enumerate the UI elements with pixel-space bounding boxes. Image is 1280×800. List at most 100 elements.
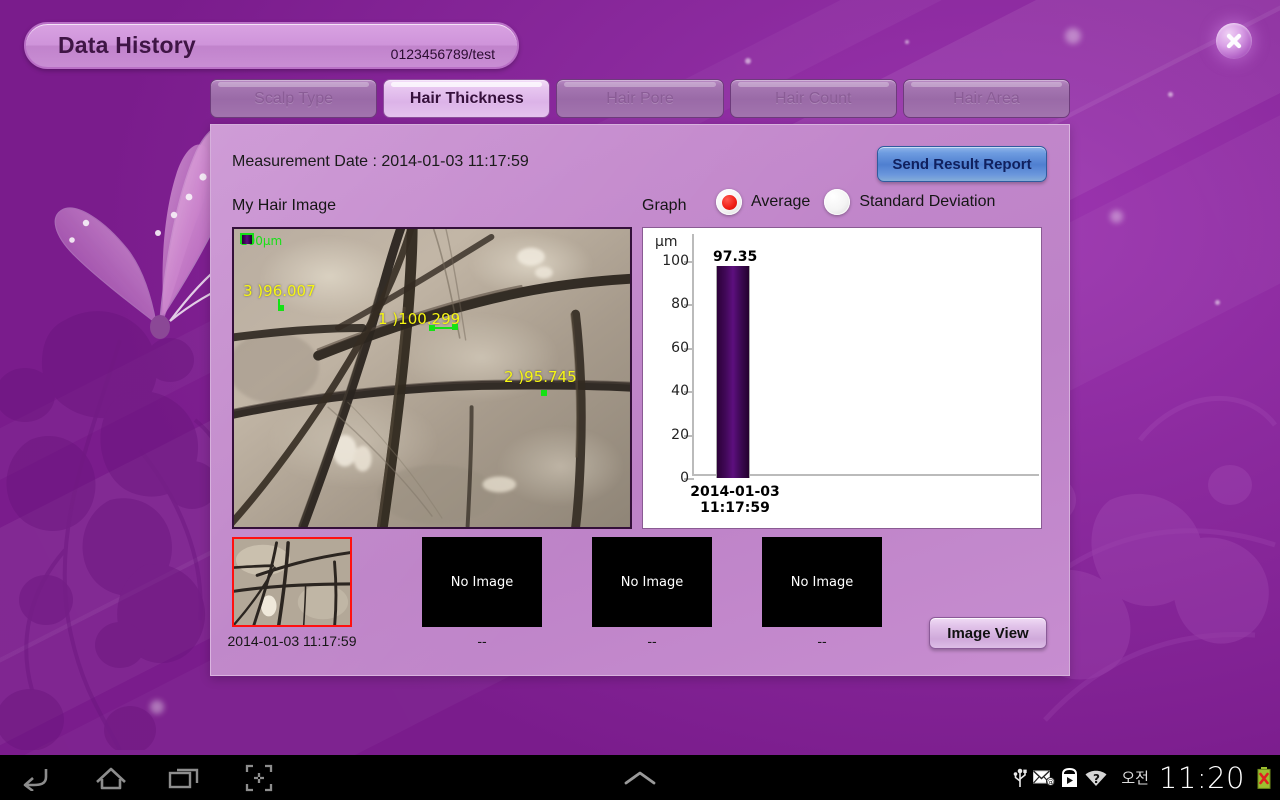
thumbnail-4[interactable]: No Image — [762, 537, 882, 627]
content-panel: Measurement Date : 2014-01-03 11:17:59 S… — [210, 124, 1070, 676]
thumbnail-3-caption: -- — [647, 633, 657, 649]
send-result-report-label: Send Result Report — [892, 155, 1032, 173]
app-screen: Data History 0123456789/test Scalp Type … — [0, 0, 1280, 800]
page-title: Data History — [58, 32, 196, 58]
thumbnail-cell-4: No Image -- — [762, 537, 882, 649]
thumbnail-1-caption: 2014-01-03 11:17:59 — [227, 633, 357, 649]
hair-annotation-1-line — [433, 327, 453, 329]
chart-ytick-label: 20 — [671, 427, 689, 443]
chart-xtick-label-line2: 11:17:59 — [700, 500, 770, 516]
radio-standard-deviation[interactable]: Standard Deviation — [824, 189, 995, 215]
my-hair-image-label: My Hair Image — [232, 197, 337, 214]
chart-ytick-label: 80 — [671, 296, 689, 312]
chart-bar-value-label: 97.35 — [713, 249, 758, 265]
sparkle — [1168, 92, 1173, 97]
thumbnail-1-image — [234, 539, 350, 625]
back-icon — [23, 768, 48, 791]
chart-ytick-label: 40 — [671, 383, 689, 399]
chevron-up-icon — [624, 771, 656, 784]
clock-ampm-label: 오전 — [1121, 769, 1149, 787]
scale-bar-glyph — [240, 233, 254, 244]
tab-bar: Scalp Type Hair Thickness Hair Pore Hair… — [210, 79, 1071, 118]
scale-bar: 100µm — [240, 233, 282, 248]
home-button[interactable] — [74, 755, 148, 800]
measurement-date-label: Measurement Date : 2014-01-03 11:17:59 — [232, 153, 529, 170]
sparkle — [150, 700, 164, 714]
window-title-bar: Data History 0123456789/test — [24, 22, 519, 69]
tab-label: Scalp Type — [254, 89, 334, 107]
svg-text:?: ? — [1093, 772, 1100, 786]
screen-capture-button[interactable] — [222, 755, 296, 800]
radio-selected-icon — [716, 189, 742, 215]
tab-label: Hair Pore — [606, 89, 674, 107]
send-result-report-button[interactable]: Send Result Report — [877, 146, 1047, 182]
tab-label: Hair Thickness — [409, 89, 524, 107]
keyboard-hide-button[interactable] — [605, 755, 675, 800]
battery-error-icon[interactable] — [1256, 766, 1272, 790]
thumbnail-cell-3: No Image -- — [592, 537, 712, 649]
radio-unselected-icon — [824, 189, 851, 215]
tab-scalp-type[interactable]: Scalp Type — [210, 79, 378, 118]
back-button[interactable] — [0, 755, 74, 800]
thickness-bar-chart: µm 100 80 60 40 20 0 97.35 2014-01-03 11… — [642, 227, 1042, 529]
thumbnail-2-caption: -- — [477, 633, 487, 649]
thumbnail-2[interactable]: No Image — [422, 537, 542, 627]
close-button[interactable] — [1216, 23, 1252, 59]
thumbnail-2-placeholder: No Image — [450, 574, 514, 590]
chart-ytick-label: 0 — [680, 470, 689, 486]
sparkle — [745, 58, 751, 64]
tab-hair-pore[interactable]: Hair Pore — [556, 79, 724, 118]
system-tray: @ ? 오전 11:20 — [1012, 755, 1272, 800]
graph-label: Graph — [642, 197, 687, 214]
clock-time-label: 11:20 — [1158, 760, 1245, 795]
play-store-icon[interactable] — [1060, 767, 1079, 788]
thumbnail-1[interactable] — [232, 537, 352, 627]
thumbnail-strip: 2014-01-03 11:17:59 No Image -- No Image… — [228, 537, 1050, 657]
tab-label: Hair Area — [953, 89, 1020, 107]
image-view-button[interactable]: Image View — [929, 617, 1047, 649]
thumbnail-cell-1: 2014-01-03 11:17:59 — [228, 537, 356, 649]
tab-hair-count[interactable]: Hair Count — [729, 79, 897, 118]
chart-xtick-label: 2014-01-03 11:17:59 — [685, 484, 785, 516]
recent-apps-icon — [168, 768, 199, 788]
hair-annotation-2-marker — [541, 390, 547, 396]
chart-ytick-label: 100 — [662, 253, 689, 269]
radio-average-label: Average — [751, 193, 811, 210]
tab-label: Hair Count — [774, 89, 852, 107]
radio-standard-deviation-label: Standard Deviation — [859, 193, 996, 210]
thumbnail-4-caption: -- — [817, 633, 827, 649]
hair-annotation-1: 1 )100.299 — [378, 310, 461, 328]
recent-apps-button[interactable] — [148, 755, 222, 800]
hair-annotation-3-tick — [278, 299, 280, 307]
thumbnail-cell-2: No Image -- — [422, 537, 542, 649]
thumbnail-3-placeholder: No Image — [620, 574, 684, 590]
user-id-label: 0123456789/test — [390, 46, 495, 62]
chart-y-axis — [692, 234, 694, 476]
svg-text:@: @ — [1047, 778, 1054, 786]
chart-ytick-label: 60 — [671, 340, 689, 356]
home-icon — [96, 767, 126, 789]
tab-hair-thickness[interactable]: Hair Thickness — [383, 79, 551, 118]
hair-annotation-3: 3 )96.007 — [243, 282, 316, 300]
email-icon[interactable]: @ — [1033, 769, 1056, 787]
hair-image-viewer[interactable]: 100µm 3 )96.007 1 )100.299 2 )95.745 — [232, 227, 632, 529]
tab-hair-area[interactable]: Hair Area — [902, 79, 1071, 118]
graph-mode-radio-group: Average Standard Deviation — [716, 189, 995, 215]
chart-xtick-label-line1: 2014-01-03 — [690, 484, 780, 500]
wifi-unknown-icon[interactable]: ? — [1084, 768, 1108, 788]
screen-capture-icon — [245, 764, 273, 791]
chart-y-unit-label: µm — [655, 234, 678, 250]
thumbnail-4-placeholder: No Image — [790, 574, 854, 590]
image-view-label: Image View — [947, 624, 1029, 642]
sparkle — [905, 40, 909, 44]
thumbnail-3[interactable]: No Image — [592, 537, 712, 627]
sparkle — [1065, 28, 1081, 44]
radio-average[interactable]: Average — [716, 189, 810, 215]
usb-icon[interactable] — [1012, 767, 1028, 789]
sparkle — [1215, 300, 1220, 305]
sparkle — [1110, 210, 1123, 223]
close-icon — [1226, 33, 1242, 49]
hair-annotation-2: 2 )95.745 — [504, 368, 577, 386]
android-system-bar: @ ? 오전 11:20 — [0, 755, 1280, 800]
chart-bar — [716, 266, 750, 478]
